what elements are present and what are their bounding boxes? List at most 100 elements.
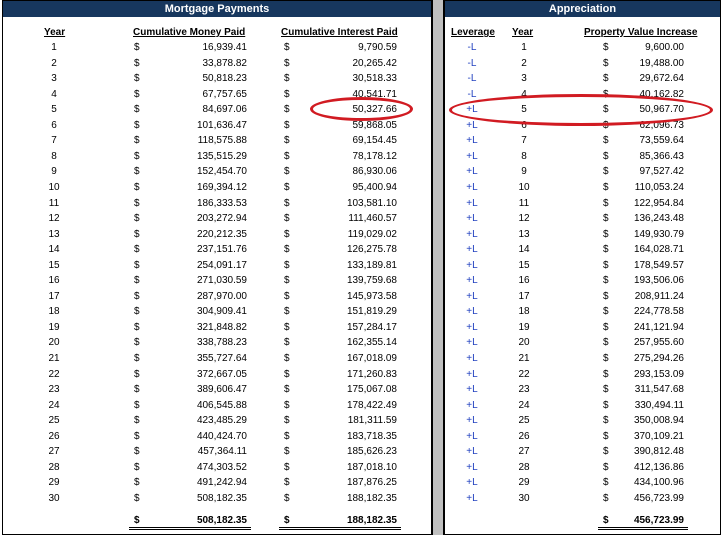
total-increase-value: 456,723.99 [633, 515, 684, 526]
cumulative-money-cell: 389,606.47 [196, 384, 247, 396]
leverage-cell: +L [466, 415, 478, 427]
leverage-cell: +L [466, 384, 478, 396]
highlight-appreciation-year-5 [449, 94, 713, 126]
leverage-cell: +L [466, 321, 478, 333]
total-increase-currency: $ [603, 515, 609, 526]
cumulative-money-cell: 338,788.23 [196, 337, 247, 349]
property-value-increase-cell: 97,527.42 [639, 166, 685, 178]
total-interest-value: 188,182.35 [346, 515, 397, 526]
leverage-cell: +L [466, 197, 478, 209]
cumulative-interest-cell: 181,311.59 [347, 415, 397, 427]
money-currency-cell: $ [134, 228, 140, 240]
property-value-increase-cell: 350,008.94 [633, 415, 684, 427]
interest-currency-cell: $ [284, 42, 290, 53]
appreciation-year-cell: 27 [518, 446, 530, 458]
cumulative-money-cell: 491,242.94 [196, 477, 247, 489]
year-cell: 7 [51, 135, 57, 147]
interest-currency-cell: $ [284, 275, 290, 287]
leverage-cell: +L [466, 228, 478, 240]
interest-currency-cell: $ [284, 368, 290, 380]
cumulative-money-cell: 84,697.06 [202, 104, 248, 116]
appreciation-year-cell: 29 [518, 477, 530, 489]
cumulative-interest-cell: 30,518.33 [352, 73, 398, 85]
interest-currency-cell: $ [284, 461, 290, 473]
leverage-cell: +L [466, 492, 478, 504]
cumulative-money-cell: 237,151.76 [196, 244, 247, 256]
leverage-cell: +L [466, 446, 478, 458]
cumulative-interest-cell: 175,067.08 [346, 384, 397, 396]
money-currency-cell: $ [134, 321, 140, 333]
appreciation-year-cell: 19 [518, 321, 530, 333]
property-value-increase-cell: 73,559.64 [639, 135, 685, 147]
total-interest-double-underline [279, 527, 401, 530]
interest-currency-cell: $ [284, 88, 290, 100]
appreciation-year-cell: 16 [518, 275, 530, 287]
cumulative-money-cell: 423,485.29 [196, 415, 247, 427]
appreciation-year-cell: 7 [521, 135, 527, 147]
year-cell: 12 [48, 213, 60, 225]
interest-currency-cell: $ [284, 244, 290, 256]
year-cell: 27 [48, 446, 60, 458]
appreciation-year-cell: 18 [518, 306, 530, 318]
property-value-increase-cell: 178,549.57 [633, 259, 684, 271]
year-cell: 2 [51, 57, 57, 69]
money-currency-cell: $ [134, 166, 140, 178]
leverage-cell: +L [466, 306, 478, 318]
money-currency-cell: $ [134, 368, 140, 380]
cumulative-interest-cell: 126,275.78 [346, 244, 397, 256]
interest-currency-cell: $ [284, 197, 290, 209]
property-value-increase-cell: 149,930.79 [633, 228, 684, 240]
property-value-increase-cell: 224,778.58 [633, 306, 684, 318]
money-currency-cell: $ [134, 275, 140, 287]
appreciation-panel: Appreciation Leverage Year Property Valu… [444, 0, 721, 535]
increase-currency-cell: $ [603, 321, 609, 333]
year-cell: 22 [48, 368, 60, 380]
mortgage-payments-panel: Mortgage Payments Year Cumulative Money … [2, 0, 432, 535]
year-cell: 25 [48, 415, 60, 427]
cumulative-money-cell: 457,364.11 [197, 446, 247, 458]
cumulative-money-cell: 186,333.53 [196, 197, 247, 209]
property-value-increase-cell: 164,028.71 [633, 244, 684, 256]
year-cell: 19 [48, 321, 60, 333]
cumulative-money-cell: 372,667.05 [196, 368, 247, 380]
interest-currency-cell: $ [284, 477, 290, 489]
money-currency-cell: $ [134, 446, 140, 458]
interest-currency-cell: $ [284, 353, 290, 364]
property-value-increase-cell: 370,109.21 [633, 430, 684, 442]
money-currency-cell: $ [134, 461, 140, 473]
money-currency-cell: $ [134, 306, 140, 318]
year-cell: 4 [51, 88, 57, 100]
year-cell: 14 [48, 244, 60, 256]
appreciation-year-cell: 3 [521, 73, 527, 85]
year-cell: 30 [48, 492, 60, 504]
appreciation-year-cell: 20 [518, 337, 530, 349]
appreciation-title: Appreciation [445, 1, 720, 17]
cumulative-interest-cell: 103,581.10 [346, 197, 397, 209]
property-value-increase-cell: 29,672.64 [639, 73, 685, 85]
leverage-cell: +L [466, 337, 478, 349]
money-currency-cell: $ [134, 181, 140, 193]
appreciation-year-cell: 26 [518, 430, 530, 442]
year-cell: 21 [48, 353, 60, 364]
year-cell: 3 [51, 73, 57, 85]
appreciation-year-cell: 11 [518, 197, 530, 209]
leverage-cell: +L [466, 368, 478, 380]
interest-currency-cell: $ [284, 228, 290, 240]
leverage-cell: +L [466, 259, 478, 271]
cumulative-interest-cell: 171,260.83 [346, 368, 397, 380]
interest-currency-cell: $ [284, 399, 290, 411]
year-cell: 17 [48, 290, 60, 302]
interest-currency-cell: $ [284, 181, 290, 193]
appreciation-year-cell: 23 [518, 384, 530, 396]
cumulative-interest-cell: 178,422.49 [346, 399, 397, 411]
leverage-cell: +L [466, 135, 478, 147]
cumulative-interest-cell: 185,626.23 [346, 446, 397, 458]
money-currency-cell: $ [134, 384, 140, 396]
money-currency-cell: $ [134, 492, 140, 504]
cumulative-money-cell: 169,394.12 [196, 181, 247, 193]
money-currency-cell: $ [134, 259, 140, 271]
cumulative-interest-cell: 119,029.02 [347, 228, 397, 240]
increase-currency-cell: $ [603, 430, 609, 442]
year-cell: 18 [48, 306, 60, 318]
interest-currency-cell: $ [284, 119, 290, 131]
